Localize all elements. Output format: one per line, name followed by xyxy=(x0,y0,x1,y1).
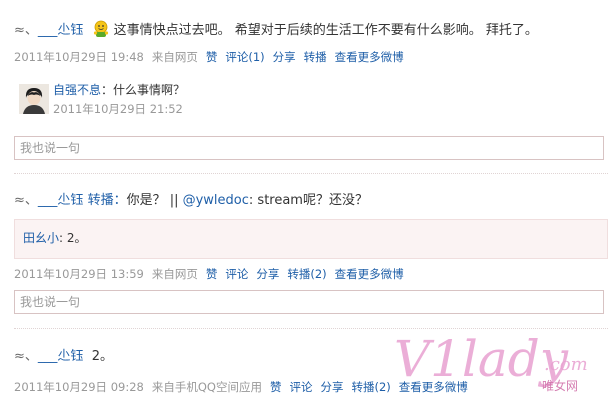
repost-button[interactable]: 转播 xyxy=(304,50,327,64)
share-button[interactable]: 分享 xyxy=(320,380,343,394)
post-text: 2。 xyxy=(91,349,113,364)
repost-label: 转播： xyxy=(87,193,127,208)
comment-list: 自强不息：什么事情啊？ 2011年10月29日 21:52 xyxy=(14,81,608,127)
post-source: 来自网页 xyxy=(151,267,198,281)
post-time: 2011年10月29日 09:28 xyxy=(14,380,144,394)
post-text-before: 你是？ || xyxy=(126,193,183,208)
post-source: 来自网页 xyxy=(151,50,198,64)
post-content: ≈、___尐钰 转播：你是？ || @ywledoc: stream呢？还没？ xyxy=(14,192,368,210)
reply-input[interactable] xyxy=(14,136,604,160)
post-content: ≈、___尐钰 这事情快点过去吧。 希望对于后续的生活工作不要有什么影响。 拜托… xyxy=(14,20,538,40)
comment-button[interactable]: 评论 xyxy=(289,380,312,394)
watermark-domain-text: .com xyxy=(544,354,588,375)
mention-link[interactable]: @ywledoc xyxy=(183,193,249,208)
quoted-post: 田幺小: 2。 xyxy=(14,219,608,259)
comment-text: ：什么事情啊？ xyxy=(101,83,186,97)
post-content: ≈、___尐钰 2。 xyxy=(14,348,113,366)
post-text: 这事情快点过去吧。 希望对于后续的生活工作不要有什么影响。 拜托了。 xyxy=(113,23,538,38)
user-prefix: ≈、 xyxy=(14,193,38,208)
avatar[interactable] xyxy=(19,84,49,114)
share-button[interactable]: 分享 xyxy=(256,267,279,281)
comment-author: 自强不息：什么事情啊？ xyxy=(53,82,185,98)
feed: ≈、___尐钰 这事情快点过去吧。 希望对于后续的生活工作不要有什么影响。 拜托… xyxy=(0,0,608,404)
like-button[interactable]: 赞 xyxy=(206,267,218,281)
repost-button[interactable]: 转播(2) xyxy=(287,267,326,281)
user-prefix: ≈、 xyxy=(14,349,38,364)
like-button[interactable]: 赞 xyxy=(270,380,282,394)
site-watermark-logo: V1lady .com 唯女网 xyxy=(392,318,608,404)
username-link[interactable]: ___尐钰 xyxy=(38,349,84,364)
quoted-text: : 2。 xyxy=(59,231,87,245)
reply-input[interactable] xyxy=(14,290,604,314)
watermark-tagline-text: 唯女网 xyxy=(542,378,578,393)
post-time: 2011年10月29日 19:48 xyxy=(14,50,144,64)
username-link[interactable]: ___尐钰 xyxy=(38,23,84,38)
user-prefix: ≈、 xyxy=(14,23,38,38)
quoted-author-link[interactable]: 田幺小 xyxy=(23,231,59,245)
like-button[interactable]: 赞 xyxy=(206,50,218,64)
comment-item: 自强不息：什么事情啊？ 2011年10月29日 21:52 xyxy=(14,81,608,127)
comment-time: 2011年10月29日 21:52 xyxy=(53,102,183,116)
post-text-after: : stream呢？还没？ xyxy=(248,193,368,208)
post-meta: 2011年10月29日 13:59 来自网页赞评论 分享 转播(2) 查看更多微博 xyxy=(14,266,412,282)
post-meta: 2011年10月29日 19:48 来自网页赞评论(1) 分享 转播 查看更多微博 xyxy=(14,49,412,65)
watermark-logo-icon: V1lady .com 唯女网 xyxy=(394,330,588,393)
post-time: 2011年10月29日 13:59 xyxy=(14,267,144,281)
more-posts-link[interactable]: 查看更多微博 xyxy=(335,267,404,281)
more-posts-link[interactable]: 查看更多微博 xyxy=(335,50,404,64)
repost-button[interactable]: 转播(2) xyxy=(351,380,390,394)
quoted-content: 田幺小: 2。 xyxy=(23,230,87,246)
avatar-image-icon xyxy=(19,84,49,114)
post-divider xyxy=(14,173,608,174)
username-link[interactable]: ___尐钰 xyxy=(38,193,84,208)
post-source: 来自手机QQ空间应用 xyxy=(151,380,262,394)
comment-author-link[interactable]: 自强不息 xyxy=(53,83,101,97)
comment-button[interactable]: 评论(1) xyxy=(225,50,264,64)
comment-button[interactable]: 评论 xyxy=(225,267,248,281)
share-button[interactable]: 分享 xyxy=(273,50,296,64)
green-smiley-emoji-icon xyxy=(93,20,108,37)
